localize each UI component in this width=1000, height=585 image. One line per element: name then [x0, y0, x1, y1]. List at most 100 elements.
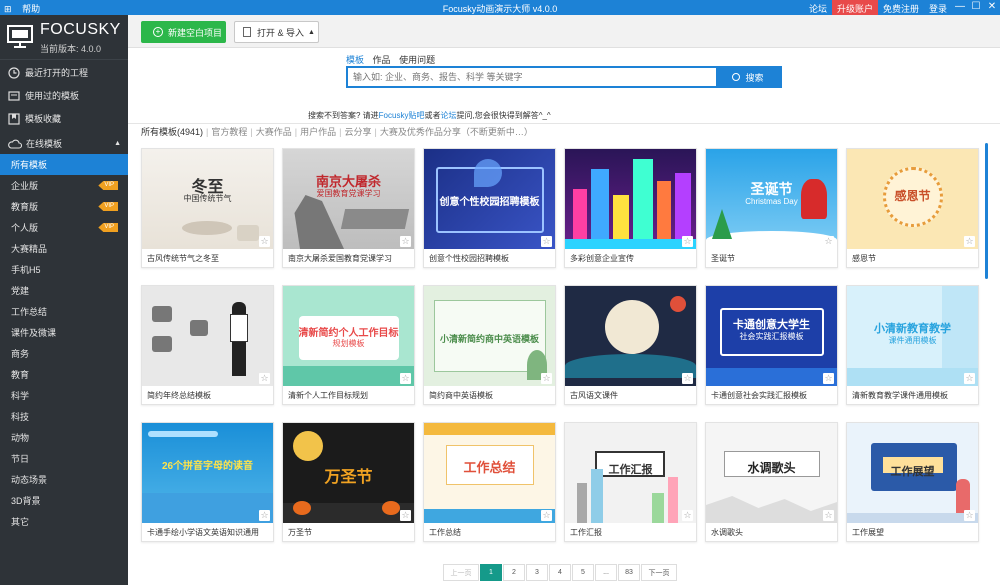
filter-cloud-share[interactable]: 云分享	[344, 127, 371, 137]
new-blank-project-button[interactable]: + 新建空白项目	[141, 21, 226, 43]
forum-hint-link[interactable]: 论坛	[440, 111, 456, 120]
template-card[interactable]: 工作汇报 ☆ 工作汇报	[564, 422, 697, 542]
filter-official-tutorials[interactable]: 官方教程	[211, 127, 247, 137]
favorite-star-icon[interactable]: ☆	[682, 373, 693, 384]
template-thumbnail[interactable]: 卡通创意大学生 社会实践汇报模板 ☆	[706, 286, 837, 386]
close-icon[interactable]: ✕	[984, 0, 1000, 15]
template-thumbnail[interactable]: 小清新教育教学 课件通用模板 ☆	[847, 286, 978, 386]
favorite-star-icon[interactable]: ☆	[823, 373, 834, 384]
sidebar-category[interactable]: 商务	[0, 343, 128, 364]
sidebar-category[interactable]: 动物	[0, 427, 128, 448]
filter-excellent-works[interactable]: 大赛及优秀作品分享（不断更新中…）	[380, 127, 533, 137]
open-import-button[interactable]: 打开 & 导入 ▲	[234, 21, 319, 43]
template-thumbnail[interactable]: 圣诞节 Christmas Day ☆	[706, 149, 837, 249]
template-card[interactable]: 万圣节 ☆ 万圣节	[282, 422, 415, 542]
collapse-caret-icon[interactable]: ▲	[114, 140, 121, 147]
favorite-star-icon[interactable]: ☆	[400, 510, 411, 521]
pager-page-button[interactable]: 5	[572, 564, 594, 581]
minimize-icon[interactable]: —	[952, 0, 968, 15]
favorite-star-icon[interactable]: ☆	[400, 373, 411, 384]
favorite-star-icon[interactable]: ☆	[541, 236, 552, 247]
template-card[interactable]: 小清新教育教学 课件通用模板 ☆ 清新教育教学课件通用模板	[846, 285, 979, 405]
template-thumbnail[interactable]: 冬至 中国传统节气 ☆	[142, 149, 273, 249]
pager-next-button[interactable]: 下一页	[641, 564, 677, 581]
template-card[interactable]: 26个拼音字母的读音 ☆ 卡通手绘小学语文英语知识通用	[141, 422, 274, 542]
pager-page-button[interactable]: 4	[549, 564, 571, 581]
scrollbar[interactable]	[985, 143, 988, 279]
template-thumbnail[interactable]: 26个拼音字母的读音 ☆	[142, 423, 273, 523]
template-card[interactable]: ☆ 多彩创意企业宣传	[564, 148, 697, 268]
login-link[interactable]: 登录	[924, 0, 952, 15]
template-card[interactable]: 卡通创意大学生 社会实践汇报模板 ☆ 卡通创意社会实践汇报模板	[705, 285, 838, 405]
favorite-star-icon[interactable]: ☆	[259, 510, 270, 521]
template-card[interactable]: 圣诞节 Christmas Day ☆ 圣诞节	[705, 148, 838, 268]
favorite-star-icon[interactable]: ☆	[259, 373, 270, 384]
sidebar-category[interactable]: 教育	[0, 364, 128, 385]
template-thumbnail[interactable]: 清新简约个人工作目标 规划模板 ☆	[283, 286, 414, 386]
pager-page-button[interactable]: 1	[480, 564, 502, 581]
template-card[interactable]: 冬至 中国传统节气 ☆ 古风传统节气之冬至	[141, 148, 274, 268]
search-button[interactable]: 搜索	[716, 68, 780, 86]
forum-link[interactable]: 论坛	[804, 0, 832, 15]
maximize-icon[interactable]: ☐	[968, 0, 984, 15]
favorite-star-icon[interactable]: ☆	[259, 236, 270, 247]
template-thumbnail[interactable]: 万圣节 ☆	[283, 423, 414, 523]
upgrade-account-button[interactable]: 升级账户	[831, 0, 878, 15]
template-card[interactable]: 南京大屠杀 爱国教育党课学习 ☆ 南京大屠杀爱国教育党课学习	[282, 148, 415, 268]
sidebar-category[interactable]: 企业版 VIP	[0, 175, 128, 196]
favorite-star-icon[interactable]: ☆	[964, 510, 975, 521]
template-card[interactable]: ☆ 古风语文课件	[564, 285, 697, 405]
template-thumbnail[interactable]: 工作总结 ☆	[424, 423, 555, 523]
sidebar-category[interactable]: 科学	[0, 385, 128, 406]
template-card[interactable]: 工作展望 ☆ 工作展望	[846, 422, 979, 542]
template-card[interactable]: 感恩节 ☆ 感恩节	[846, 148, 979, 268]
tab-faq[interactable]: 使用问题	[399, 55, 435, 65]
tab-works[interactable]: 作品	[373, 55, 391, 65]
tab-templates[interactable]: 模板	[346, 55, 364, 65]
tieba-link[interactable]: Focusky贴吧	[379, 111, 425, 120]
sidebar-category[interactable]: 手机H5	[0, 259, 128, 280]
template-card[interactable]: 创意个性校园招聘模板 ☆ 创意个性校园招聘模板	[423, 148, 556, 268]
template-thumbnail[interactable]: 工作展望 ☆	[847, 423, 978, 523]
template-card[interactable]: 水调歌头 ☆ 水调歌头	[705, 422, 838, 542]
template-thumbnail[interactable]: ☆	[142, 286, 273, 386]
sidebar-category[interactable]: 工作总结	[0, 301, 128, 322]
template-thumbnail[interactable]: 感恩节 ☆	[847, 149, 978, 249]
pager-page-button[interactable]: 3	[526, 564, 548, 581]
template-card[interactable]: ☆ 简约年终总结模板	[141, 285, 274, 405]
sidebar-category[interactable]: 党建	[0, 280, 128, 301]
favorite-star-icon[interactable]: ☆	[823, 510, 834, 521]
sidebar-item-used-templates[interactable]: 使用过的模板	[0, 84, 128, 107]
sidebar-category[interactable]: 个人版 VIP	[0, 217, 128, 238]
favorite-star-icon[interactable]: ☆	[964, 236, 975, 247]
filter-contest-works[interactable]: 大赛作品	[256, 127, 292, 137]
sidebar-category[interactable]: 动态场景	[0, 469, 128, 490]
sidebar-category[interactable]: 节日	[0, 448, 128, 469]
template-thumbnail[interactable]: 水调歌头 ☆	[706, 423, 837, 523]
pager-prev-button[interactable]: 上一页	[443, 564, 479, 581]
online-templates-section[interactable]: 在线模板 ▲	[0, 133, 128, 154]
pager-page-button[interactable]: 83	[618, 564, 640, 581]
sidebar-category[interactable]: 3D背景	[0, 490, 128, 511]
sidebar-category[interactable]: 所有模板	[0, 154, 128, 175]
sidebar-item-favorites[interactable]: 模板收藏	[0, 107, 128, 130]
favorite-star-icon[interactable]: ☆	[823, 236, 834, 247]
sidebar-category[interactable]: 教育版 VIP	[0, 196, 128, 217]
favorite-star-icon[interactable]: ☆	[400, 236, 411, 247]
favorite-star-icon[interactable]: ☆	[682, 236, 693, 247]
template-card[interactable]: 小清新简约商中英语模板 ☆ 简约商中英语模板	[423, 285, 556, 405]
template-card[interactable]: 清新简约个人工作目标 规划模板 ☆ 清新个人工作目标规划	[282, 285, 415, 405]
sidebar-category[interactable]: 课件及微课	[0, 322, 128, 343]
favorite-star-icon[interactable]: ☆	[541, 373, 552, 384]
template-thumbnail[interactable]: 小清新简约商中英语模板 ☆	[424, 286, 555, 386]
sidebar-category[interactable]: 其它	[0, 511, 128, 532]
template-thumbnail[interactable]: 工作汇报 ☆	[565, 423, 696, 523]
template-thumbnail[interactable]: ☆	[565, 286, 696, 386]
favorite-star-icon[interactable]: ☆	[964, 373, 975, 384]
register-link[interactable]: 免费注册	[878, 0, 924, 15]
sidebar-item-recent[interactable]: 最近打开的工程	[0, 61, 128, 84]
sidebar-category[interactable]: 大赛精品	[0, 238, 128, 259]
template-thumbnail[interactable]: 南京大屠杀 爱国教育党课学习 ☆	[283, 149, 414, 249]
search-input[interactable]	[348, 68, 714, 86]
template-thumbnail[interactable]: 创意个性校园招聘模板 ☆	[424, 149, 555, 249]
